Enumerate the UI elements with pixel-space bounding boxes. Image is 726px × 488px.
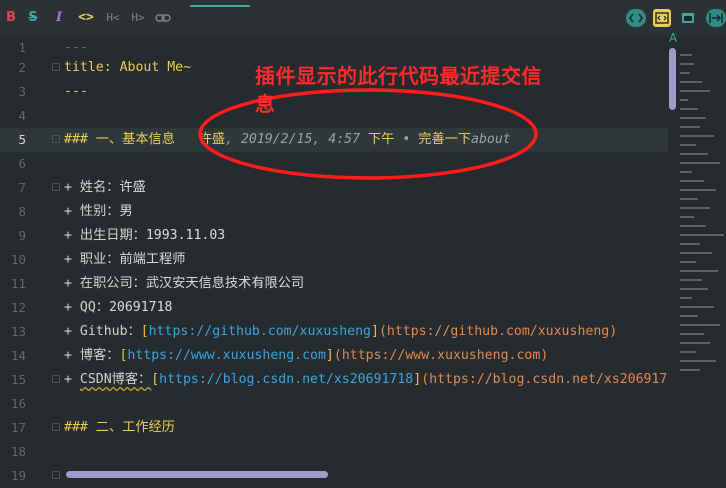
minimap-line [680,252,712,254]
minimap-line [680,81,702,83]
minimap-line [680,342,710,344]
minimap-line [680,324,720,326]
minimap-line [680,153,708,155]
minimap-line [680,216,694,218]
minimap-line [680,117,706,119]
minimap-line [680,297,692,299]
minimap-line [680,369,700,371]
minimap-line [680,171,692,173]
minimap-line [680,180,704,182]
minimap-line [680,306,714,308]
minimap-line [680,243,700,245]
vertical-scrollbar-thumb[interactable] [669,48,676,110]
minimap-line [680,135,714,137]
minimap-label: A [669,31,678,45]
minimap-line [680,279,702,281]
minimap-line [680,126,700,128]
minimap-line [680,162,720,164]
minimap-line [680,234,724,236]
minimap[interactable]: A [668,31,726,480]
minimap-line [680,54,692,56]
minimap-line [680,108,698,110]
minimap-line [680,288,708,290]
minimap-line [680,315,698,317]
minimap-line [680,270,718,272]
minimap-line [680,198,698,200]
minimap-line [680,63,694,65]
minimap-line [680,90,710,92]
minimap-line [680,333,704,335]
minimap-line [680,261,696,263]
minimap-line [680,189,716,191]
minimap-line [680,99,688,101]
minimap-line [680,72,690,74]
minimap-line [680,360,716,362]
minimap-line [680,225,706,227]
annotation-text: 插件显示的此行代码最近提交信息 [255,64,542,116]
horizontal-scrollbar-thumb[interactable] [66,471,328,478]
minimap-line [680,144,696,146]
minimap-line [680,207,710,209]
minimap-line [680,351,696,353]
